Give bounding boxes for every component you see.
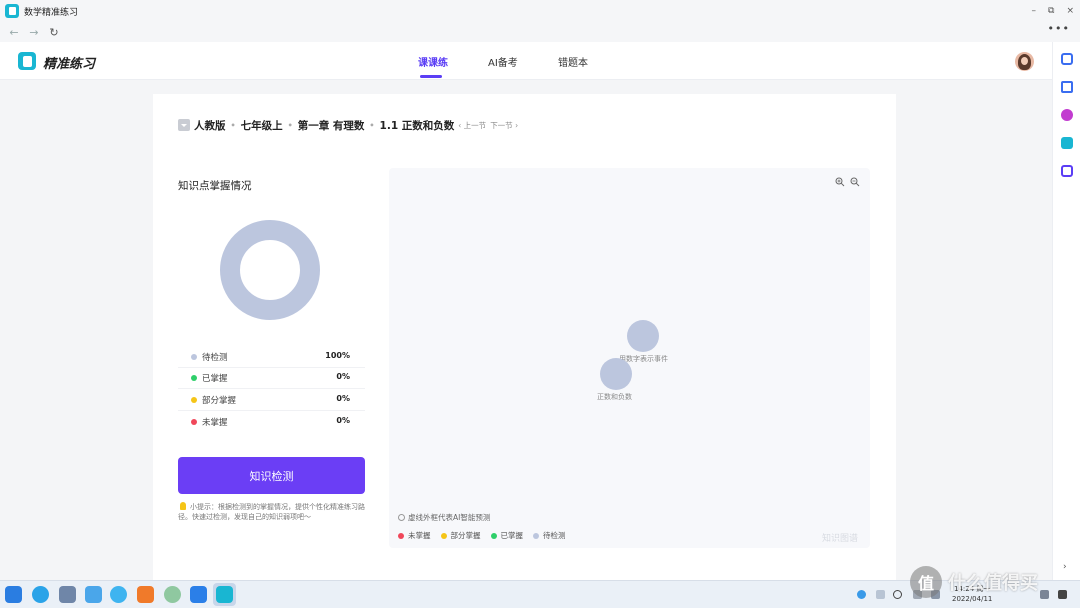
breadcrumb-chapter[interactable]: 第一章 有理数 [298,118,365,133]
next-section-link[interactable]: 下一节 › [490,120,518,131]
legend-percent: 100% [325,351,350,360]
browser-navbar: ← → ↻ ••• [0,22,1080,42]
minimize-button[interactable]: – [1032,6,1037,16]
chevron-down-icon[interactable] [178,119,190,131]
graph-note: 虚线外框代表AI智能预测 [398,512,490,523]
notification-icon[interactable] [1040,590,1049,599]
robot-app-icon[interactable] [164,586,181,603]
close-button[interactable]: × [1066,6,1074,16]
graph-node-label: 正数和负数 [597,393,632,401]
legend-percent: 0% [336,416,350,425]
legend-dot [191,375,197,381]
graph-legend-item: 部分掌握 [440,530,481,541]
window-titlebar: 数学精准练习 – ⧉ × [0,0,1080,22]
legend-percent: 0% [336,394,350,403]
heart-app-icon[interactable] [1061,109,1073,121]
legend-row-pending: 待检测 100% [178,346,365,368]
donut-segment-pending [220,220,320,320]
active-tab-indicator [420,75,442,78]
search-icon[interactable] [893,590,902,599]
graph-note-text: 虚线外框代表AI智能预测 [408,513,491,522]
sidebar-expand-icon[interactable]: › [1063,562,1067,572]
zoom-in-icon[interactable] [835,177,845,187]
file-manager-icon[interactable] [85,586,102,603]
site-watermark-logo: 值 [910,566,942,598]
multitask-icon[interactable] [59,586,76,603]
right-sidebar: › [1052,42,1080,580]
breadcrumb-section[interactable]: 1.1 正数和负数 [380,118,455,133]
breadcrumb: 人教版 • 七年级上 • 第一章 有理数 • 1.1 正数和负数 ‹ 上一节 下… [178,118,518,132]
notes-app-icon[interactable] [137,586,154,603]
breadcrumb-edition[interactable]: 人教版 [194,118,226,133]
practice-app-icon[interactable] [1061,137,1073,149]
knowledge-check-button[interactable]: 知识检测 [178,457,365,494]
legend-dot [191,419,197,425]
network-icon[interactable] [857,590,866,599]
legend-label: 未掌握 [202,418,228,428]
graph-legend-item: 已掌握 [490,530,523,541]
screenshot-icon[interactable] [1061,53,1073,65]
graph-node[interactable] [600,358,632,390]
app-icon [5,4,19,18]
app-store-icon[interactable] [32,586,49,603]
legend-label: 部分掌握 [202,396,237,406]
scan-icon[interactable] [1061,81,1073,93]
desktop-icon[interactable] [1058,590,1067,599]
legend-percent: 0% [336,372,350,381]
legend-row-unmastered: 未掌握 0% [178,411,365,433]
knowledge-graph[interactable]: 用数字表示事件 正数和负数 [389,168,870,548]
graph-legend: 未掌握 部分掌握 已掌握 待检测 [398,530,566,541]
graph-node[interactable] [627,320,659,352]
keyboard-icon[interactable] [876,590,885,599]
practice-taskbar-icon[interactable] [216,586,233,603]
site-watermark: 值 什么值得买 [910,566,1038,598]
legend-dot [191,397,197,403]
mastery-title: 知识点掌握情况 [178,180,252,192]
restore-button[interactable]: ⧉ [1048,6,1054,16]
legend-row-mastered: 已掌握 0% [178,367,365,389]
window-title: 数学精准练习 [24,7,79,18]
back-button[interactable]: ← [8,26,20,39]
main-card: 人教版 • 七年级上 • 第一章 有理数 • 1.1 正数和负数 ‹ 上一节 下… [153,94,896,580]
graph-watermark: 知识图谱 [822,534,859,544]
reload-button[interactable]: ↻ [48,26,60,39]
legend-dot [191,354,197,360]
site-watermark-text: 什么值得买 [948,573,1038,594]
app-header: 精准练习 课课练 AI备考 错题本 [0,42,1052,80]
tab-kekelian[interactable]: 课课练 [418,54,448,69]
music-icon[interactable] [1061,165,1073,177]
graph-legend-item: 未掌握 [398,530,431,541]
legend-label: 待检测 [202,353,228,363]
launcher-icon[interactable] [5,586,22,603]
edu-app-icon[interactable] [190,586,207,603]
breadcrumb-grade[interactable]: 七年级上 [241,118,283,133]
avatar[interactable] [1015,52,1034,71]
main-tabs: 课课练 AI备考 错题本 [0,42,1052,80]
legend-label: 已掌握 [202,374,228,384]
forward-button[interactable]: → [28,26,40,39]
tip-text: 小提示：根据检测到的掌握情况，提供个性化精准练习路径。快速过检测，发现自己的知识… [178,503,365,521]
zoom-out-icon[interactable] [850,177,860,187]
mastery-donut-chart [220,220,320,320]
legend-row-partial: 部分掌握 0% [178,389,365,411]
browser-icon[interactable] [110,586,127,603]
tab-cuotiben[interactable]: 错题本 [558,54,588,69]
info-icon [398,514,405,521]
prev-section-link[interactable]: ‹ 上一节 [458,120,486,131]
more-menu-button[interactable]: ••• [1048,22,1070,35]
tab-ai-beikao[interactable]: AI备考 [488,54,518,69]
graph-legend-item: 待检测 [533,530,566,541]
